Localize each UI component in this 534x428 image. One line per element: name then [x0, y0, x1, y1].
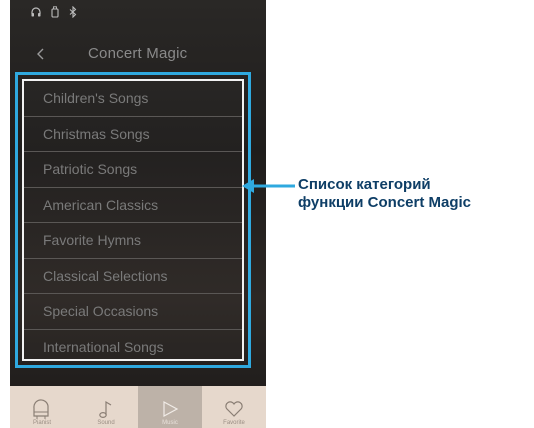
- bluetooth-icon: [68, 6, 78, 18]
- status-bar: [10, 0, 266, 24]
- callout-line-2: функции Concert Magic: [298, 194, 472, 211]
- headphones-icon: [30, 6, 42, 18]
- bottom-tab-bar: Pianist Sound Music Favorite: [10, 386, 266, 428]
- category-list: Children's Songs Christmas Songs Patriot…: [22, 79, 244, 361]
- app-screen: Concert Magic Children's Songs Christmas…: [10, 0, 266, 428]
- list-item-classical-selections[interactable]: Classical Selections: [24, 259, 242, 294]
- tab-favorite[interactable]: Favorite: [202, 386, 266, 428]
- list-item-favorite-hymns[interactable]: Favorite Hymns: [24, 223, 242, 259]
- tab-music[interactable]: Music: [138, 386, 202, 428]
- tab-pianist[interactable]: Pianist: [10, 386, 74, 428]
- list-item-childrens-songs[interactable]: Children's Songs: [24, 81, 242, 117]
- tab-label-pianist: Pianist: [32, 420, 51, 426]
- category-list-highlight: Children's Songs Christmas Songs Patriot…: [15, 72, 251, 368]
- list-item-christmas-songs[interactable]: Christmas Songs: [24, 117, 242, 152]
- back-chevron-icon[interactable]: [32, 45, 50, 63]
- list-item-international-songs[interactable]: International Songs: [24, 330, 242, 366]
- play-icon: [163, 400, 179, 418]
- tab-sound[interactable]: Sound: [74, 386, 138, 428]
- list-item-patriotic-songs[interactable]: Patriotic Songs: [24, 152, 242, 188]
- list-item-special-occasions[interactable]: Special Occasions: [24, 294, 242, 330]
- music-note-icon: [99, 400, 112, 419]
- header: Concert Magic: [10, 40, 266, 70]
- page-title: Concert Magic: [88, 45, 188, 62]
- callout-line-1: Список категорий: [298, 176, 431, 193]
- tab-label-sound: Sound: [97, 420, 115, 426]
- callout-annotation: Список категорий функции Concert Magic: [298, 176, 534, 212]
- tab-label-music: Music: [162, 420, 178, 426]
- heart-icon: [225, 401, 243, 417]
- callout-arrow-icon: [242, 179, 295, 193]
- tab-label-favorite: Favorite: [223, 420, 245, 426]
- usb-icon: [50, 6, 60, 18]
- piano-icon: [33, 399, 49, 419]
- list-item-american-classics[interactable]: American Classics: [24, 188, 242, 223]
